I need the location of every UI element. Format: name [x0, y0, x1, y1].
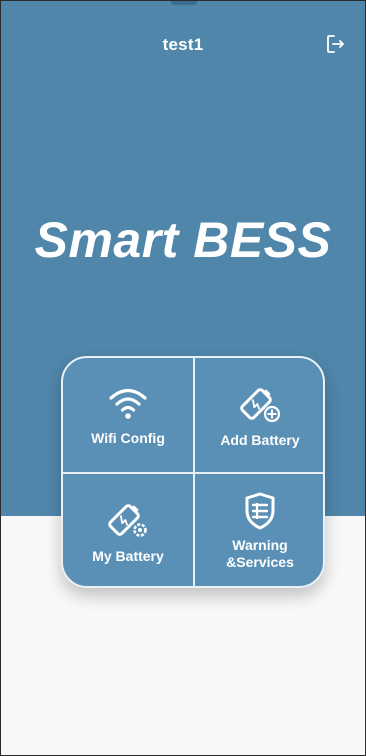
warning-services-button[interactable]: Warning &Services — [195, 474, 323, 586]
feature-menu: Wifi Config Add Battery My Battery Warni… — [61, 356, 325, 588]
page-title: test1 — [162, 35, 204, 54]
app-brand: Smart BESS — [34, 212, 332, 268]
wifi-icon — [109, 388, 147, 419]
logout-button[interactable] — [323, 31, 349, 57]
battery-settings-icon — [108, 503, 147, 537]
my-battery-label: My Battery — [92, 547, 164, 564]
wifi-config-label: Wifi Config — [91, 429, 165, 446]
my-battery-button[interactable]: My Battery — [63, 474, 193, 586]
logout-icon — [327, 35, 344, 53]
app-screen: test1 Smart BESS Wifi Config Add Battery… — [0, 0, 366, 756]
warning-services-text: Warning &Services — [226, 537, 294, 570]
warning-services-label: Warning &Services — [226, 537, 294, 571]
add-battery-label: Add Battery — [220, 431, 300, 448]
wifi-config-button[interactable]: Wifi Config — [63, 358, 193, 472]
battery-add-icon — [240, 387, 281, 422]
shield-list-icon — [245, 492, 275, 530]
add-battery-button[interactable]: Add Battery — [195, 358, 323, 472]
status-notch — [171, 1, 197, 5]
